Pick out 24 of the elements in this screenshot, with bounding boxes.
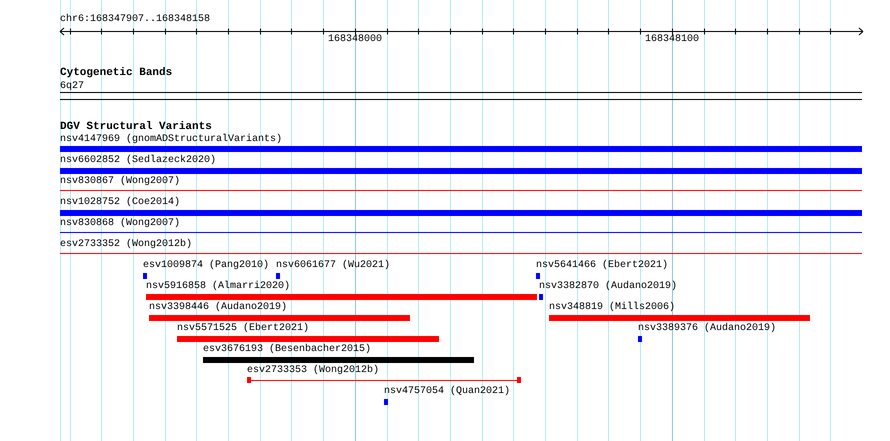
track-title: Cytogenetic Bands (60, 68, 172, 79)
track-title: DGV Structural Variants (60, 122, 212, 133)
tick-label: 168348100 (645, 34, 700, 45)
feature-label: nsv348819 (Mills2006) (549, 302, 676, 313)
feature-label: nsv6602852 (Sedlazeck2020) (60, 155, 216, 166)
feature-label: esv1009874 (Pang2010) (143, 260, 270, 271)
feature-label: nsv1028752 (Coe2014) (60, 197, 180, 208)
feature-label: esv2733353 (Wong2012b) (247, 365, 380, 376)
feature-label: 6q27 (60, 81, 84, 92)
region-label: chr6:168347907..168348158 (60, 14, 210, 25)
feature-label: nsv5641466 (Ebert2021) (536, 260, 668, 271)
tick-label: 168348000 (328, 34, 382, 45)
feature-label: nsv5916858 (Almarri2020) (146, 281, 290, 292)
feature-label: nsv6061677 (Wu2021) (276, 260, 390, 271)
feature-label: nsv3389376 (Audano2019) (638, 323, 776, 334)
feature-label: nsv3382870 (Audano2019) (539, 281, 678, 292)
feature-label: nsv4757054 (Quan2021) (384, 386, 510, 397)
feature-label: nsv830868 (Wong2007) (60, 218, 180, 229)
feature-label: nsv3398446 (Audano2019) (149, 302, 288, 313)
feature-label: nsv4147969 (gnomADStructuralVariants) (60, 134, 282, 145)
feature-label: esv2733352 (Wong2012b) (60, 239, 192, 250)
feature-label: nsv5571525 (Ebert2021) (177, 323, 310, 334)
feature-label: esv3676193 (Besenbacher2015) (203, 344, 372, 355)
feature-label: nsv830867 (Wong2007) (60, 176, 180, 187)
